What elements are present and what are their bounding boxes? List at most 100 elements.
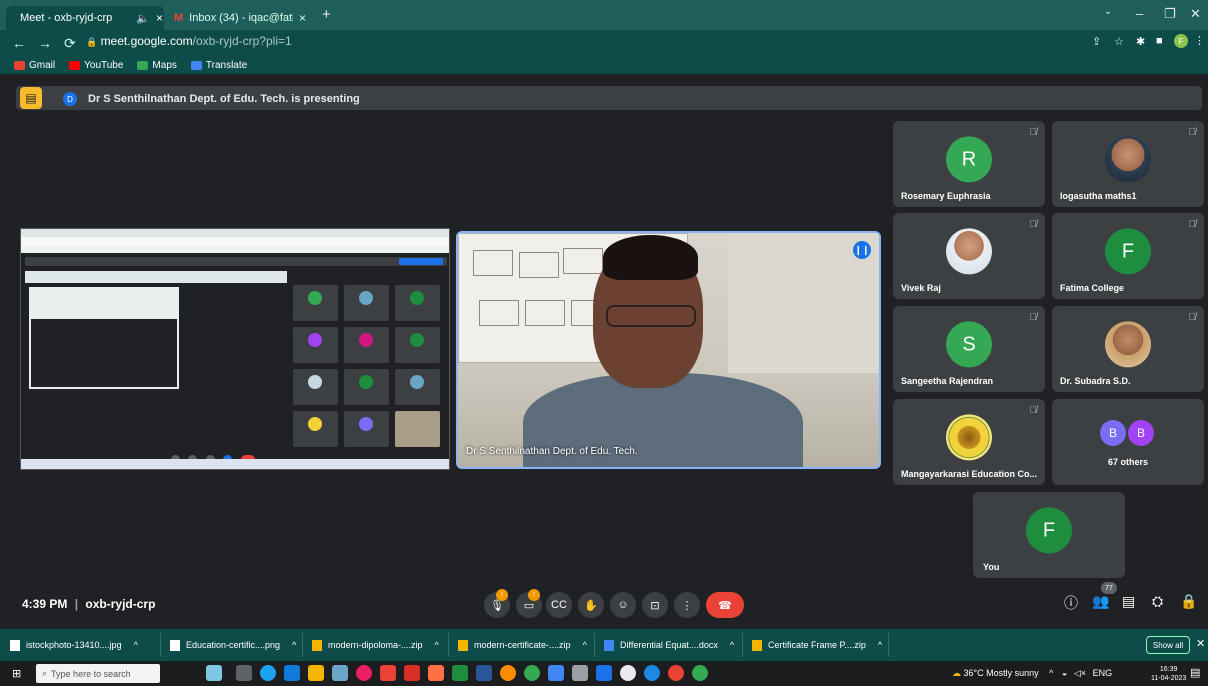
participant-tile[interactable]: 🎙̸ R Rosemary Euphrasia: [893, 121, 1045, 207]
restore-icon[interactable]: ❐: [1164, 6, 1176, 22]
language-indicator[interactable]: ENG: [1093, 668, 1113, 678]
volume-icon[interactable]: ◁×: [1074, 668, 1086, 678]
close-icon[interactable]: ×: [299, 11, 306, 25]
self-tile[interactable]: F You: [973, 492, 1125, 578]
excel-icon[interactable]: [452, 665, 468, 681]
word-icon[interactable]: [476, 665, 492, 681]
meeting-info-icon[interactable]: ⓘ: [1064, 593, 1078, 613]
mic-off-icon: 🎙̸: [1029, 312, 1038, 323]
windows-start-icon[interactable]: ⊞: [12, 667, 21, 680]
download-item[interactable]: Differential Equat....docx ^: [604, 637, 734, 653]
presenter-avatar: D: [63, 92, 77, 106]
menu-icon[interactable]: ⋮: [1194, 34, 1205, 47]
close-window-icon[interactable]: ✕: [1190, 6, 1201, 22]
people-icon[interactable]: 👥: [1092, 593, 1109, 610]
new-tab-button[interactable]: +: [322, 6, 331, 23]
chrome-icon[interactable]: [692, 665, 708, 681]
tray-chevron-icon[interactable]: ^: [1049, 668, 1053, 678]
reactions-button[interactable]: ☺: [610, 592, 636, 618]
url-field[interactable]: 🔒 meet.google.com/oxb-ryjd-crp?pli=1: [86, 34, 292, 48]
more-options-button[interactable]: ⋮: [674, 592, 700, 618]
warning-badge-icon: !: [528, 589, 540, 601]
news-widget-icon[interactable]: [206, 665, 222, 681]
activities-icon[interactable]: ⛭: [1152, 593, 1163, 610]
notifications-icon[interactable]: ▤: [1190, 666, 1200, 679]
tab-gmail[interactable]: M Inbox (34) - iqac@fatimacollege ×: [166, 6, 314, 30]
app-icon[interactable]: [356, 665, 372, 681]
participant-tile[interactable]: 🎙̸ F Fatima College: [1052, 213, 1204, 299]
app-icon[interactable]: [596, 665, 612, 681]
app-icon[interactable]: [380, 665, 396, 681]
forward-icon[interactable]: →: [38, 35, 52, 51]
chevron-up-icon[interactable]: ^: [134, 640, 138, 650]
app-icon[interactable]: [500, 665, 516, 681]
presenting-label: Dr S Senthilnathan Dept. of Edu. Tech. i…: [88, 93, 360, 105]
host-controls-icon[interactable]: 🔒: [1180, 593, 1197, 610]
participant-tile[interactable]: 🎙̸ Vivek Raj: [893, 213, 1045, 299]
opera-icon[interactable]: [668, 665, 684, 681]
profile-avatar[interactable]: F: [1174, 34, 1188, 48]
sidepanel-icon[interactable]: ■: [1156, 35, 1163, 47]
chevron-up-icon[interactable]: ^: [730, 640, 734, 650]
show-all-button[interactable]: Show all: [1146, 636, 1190, 654]
minimize-icon[interactable]: –: [1136, 6, 1143, 21]
weather-text[interactable]: 36°C Mostly sunny: [964, 668, 1039, 678]
share-icon[interactable]: ⇪: [1092, 35, 1101, 48]
audio-indicator-icon: ❙❙: [853, 241, 871, 259]
chevron-up-icon[interactable]: ^: [292, 640, 296, 650]
presentation-icon[interactable]: ▤: [20, 87, 42, 109]
app-icon[interactable]: [572, 665, 588, 681]
mic-off-icon: 🎙̸: [1188, 312, 1197, 323]
photos-icon[interactable]: [332, 665, 348, 681]
download-item[interactable]: Certificate Frame P....zip ^: [752, 637, 882, 653]
taskbar-search-input[interactable]: ⌕ Type here to search: [36, 664, 160, 683]
shared-screen[interactable]: [20, 228, 450, 470]
acrobat-icon[interactable]: [404, 665, 420, 681]
download-item[interactable]: Education-certific....png ^: [170, 637, 296, 653]
chevron-up-icon[interactable]: ^: [583, 640, 587, 650]
store-icon[interactable]: [284, 665, 300, 681]
participant-tile[interactable]: 🎙̸ logasutha maths1: [1052, 121, 1204, 207]
tab-search-icon[interactable]: ⌄: [1104, 6, 1112, 17]
back-icon[interactable]: ←: [12, 35, 26, 51]
participant-tile[interactable]: 🎙̸ S Sangeetha Rajendran: [893, 306, 1045, 392]
end-call-button[interactable]: ☎: [706, 592, 744, 618]
reload-icon[interactable]: ⟳: [64, 35, 76, 52]
task-view-icon[interactable]: [236, 665, 252, 681]
others-tile[interactable]: B B 67 others: [1052, 399, 1204, 485]
bookmark-maps[interactable]: Maps: [137, 60, 177, 71]
participant-avatar: B: [1128, 420, 1154, 446]
chevron-up-icon[interactable]: ^: [878, 640, 882, 650]
extensions-icon[interactable]: ✱: [1136, 35, 1145, 48]
star-icon[interactable]: ☆: [1114, 35, 1124, 48]
powerpoint-icon[interactable]: [428, 665, 444, 681]
participant-tile[interactable]: 🎙̸ Dr. Subadra S.D.: [1052, 306, 1204, 392]
close-downloads-icon[interactable]: ✕: [1196, 637, 1205, 650]
app-icon[interactable]: [548, 665, 564, 681]
file-explorer-icon[interactable]: [308, 665, 324, 681]
mic-off-icon: 🎙̸: [1188, 219, 1197, 230]
captions-button[interactable]: CC: [546, 592, 572, 618]
main-speaker-video[interactable]: ❙❙ Dr S Senthilnathan Dept. of Edu. Tech…: [456, 231, 881, 469]
chevron-up-icon[interactable]: ^: [435, 640, 439, 650]
participant-name: Mangayarkarasi Education Co...: [901, 469, 1038, 479]
network-icon[interactable]: ◒: [1062, 668, 1067, 678]
present-button[interactable]: ⊡: [642, 592, 668, 618]
chrome-icon[interactable]: [644, 665, 660, 681]
download-item[interactable]: modern-dipoloma-....zip ^: [312, 637, 439, 653]
tab-meet[interactable]: Meet - oxb-ryjd-crp 🔈 ×: [6, 6, 164, 30]
download-item[interactable]: istockphoto-13410....jpg ^: [10, 637, 138, 653]
app-icon[interactable]: [524, 665, 540, 681]
raise-hand-button[interactable]: ✋: [578, 592, 604, 618]
chat-icon[interactable]: ▤: [1122, 593, 1135, 610]
taskbar-clock[interactable]: 16:39 11-04-2023: [1151, 665, 1186, 683]
participant-name: Sangeetha Rajendran: [901, 376, 994, 386]
close-icon[interactable]: ×: [156, 11, 163, 25]
bookmark-youtube[interactable]: YouTube: [69, 60, 123, 71]
participant-tile[interactable]: 🎙̸ Mangayarkarasi Education Co...: [893, 399, 1045, 485]
bookmark-translate[interactable]: Translate: [190, 60, 247, 71]
bookmark-gmail[interactable]: Gmail: [14, 60, 55, 71]
edge-icon[interactable]: [260, 665, 276, 681]
download-item[interactable]: modern-certificate-....zip ^: [458, 637, 587, 653]
app-icon[interactable]: [620, 665, 636, 681]
